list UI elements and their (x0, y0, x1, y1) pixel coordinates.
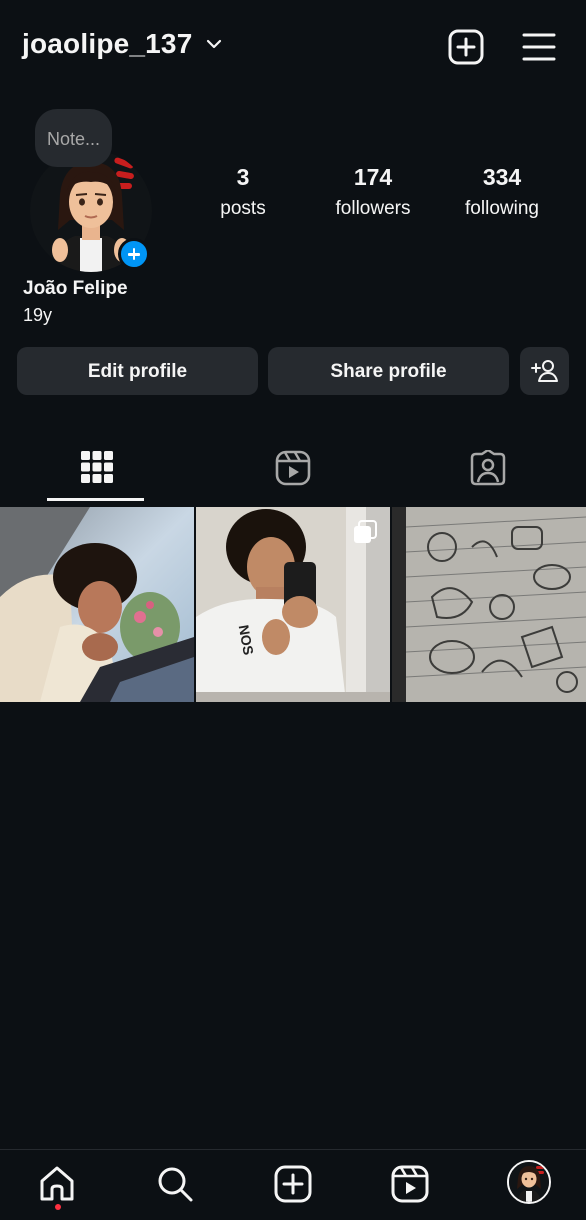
followers-count-label: followers (335, 198, 411, 219)
followers-count-value: 174 (353, 164, 393, 190)
following-count-label: following (465, 198, 539, 219)
notification-dot (55, 1204, 61, 1210)
discover-people-button[interactable] (520, 347, 569, 395)
post-thumbnail[interactable] (392, 507, 586, 702)
post-thumbnail[interactable] (0, 507, 194, 702)
posts-grid: NOS (0, 507, 586, 702)
add-post-icon[interactable] (447, 28, 485, 66)
note-placeholder: Note... (46, 129, 101, 149)
tagged-icon (470, 450, 506, 486)
search-icon[interactable] (155, 1164, 195, 1204)
full-name: João Felipe (23, 278, 128, 299)
active-tab-indicator (47, 498, 144, 501)
menu-icon[interactable] (521, 30, 557, 64)
grid-icon (81, 451, 113, 483)
top-bar: joaolipe_137 (0, 0, 586, 95)
home-icon[interactable] (37, 1164, 77, 1204)
tab-reels[interactable] (195, 440, 390, 502)
note-bubble[interactable]: Note... (35, 109, 112, 167)
following-count[interactable]: 334 following (447, 164, 557, 220)
posts-count-label: posts (220, 198, 266, 219)
posts-count-value: 3 (236, 164, 250, 190)
profile-tab-avatar[interactable] (507, 1160, 551, 1204)
username-switcher[interactable]: joaolipe_137 (22, 28, 192, 60)
multiple-photos-icon (354, 520, 377, 543)
reels-icon (275, 450, 311, 486)
share-profile-button[interactable]: Share profile (268, 347, 509, 395)
bio-text: 19y (23, 305, 53, 325)
chevron-down-icon[interactable] (205, 38, 223, 50)
tab-tagged[interactable] (390, 440, 585, 502)
add-story-button[interactable] (118, 238, 150, 270)
bottom-nav (0, 1149, 586, 1220)
add-person-icon (531, 360, 558, 382)
followers-count[interactable]: 174 followers (318, 164, 428, 220)
tab-posts-grid[interactable] (0, 440, 195, 502)
following-count-value: 334 (482, 164, 522, 190)
posts-count[interactable]: 3 posts (188, 164, 298, 220)
profile-tabs (0, 440, 586, 502)
reels-nav-icon[interactable] (390, 1164, 430, 1204)
create-icon[interactable] (273, 1164, 313, 1204)
edit-profile-button[interactable]: Edit profile (17, 347, 258, 395)
post-thumbnail[interactable]: NOS (196, 507, 390, 702)
